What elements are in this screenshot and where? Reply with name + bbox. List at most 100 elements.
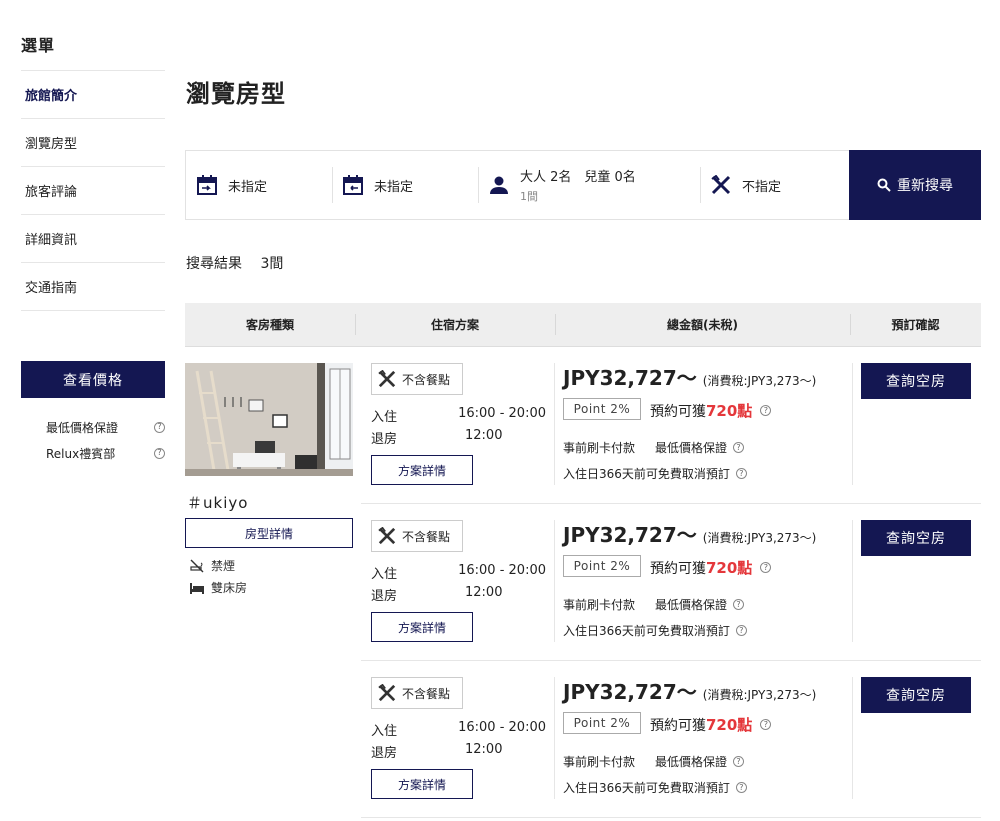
check-availability-button[interactable]: 查詢空房 <box>861 520 971 556</box>
table-header: 客房種類 住宿方案 總金額(未稅) 預訂確認 <box>185 303 981 347</box>
price-value: JPY32,727〜 <box>563 366 697 390</box>
help-icon[interactable]: ? <box>735 625 747 636</box>
checkin-field[interactable]: 未指定 <box>186 151 332 219</box>
research-button-label: 重新搜尋 <box>897 178 953 194</box>
help-icon[interactable]: ? <box>154 421 165 433</box>
best-price-guarantee-link[interactable]: 最低價格保證 ? <box>46 414 165 440</box>
help-icon[interactable]: ? <box>760 719 772 730</box>
payment-terms: 事前刷卡付款 最低價格保證? <box>563 753 745 770</box>
guests-value: 大人 2名 兒童 0名 <box>520 170 636 185</box>
payment-terms: 事前刷卡付款 最低價格保證? <box>563 596 745 613</box>
check-availability-button[interactable]: 查詢空房 <box>861 363 971 399</box>
checkout-time: 12:00 <box>465 742 503 757</box>
meal-field[interactable]: 不指定 <box>700 151 850 219</box>
cutlery-icon <box>378 527 396 545</box>
checkout-label: 退房 <box>371 746 398 761</box>
header-total: 總金額(未稅) <box>555 303 850 346</box>
cancel-label: 入住日366天前可免費取消預訂 <box>563 781 730 795</box>
results-count: 3間 <box>260 256 284 272</box>
checkin-label: 入住 <box>371 724 398 739</box>
help-icon[interactable]: ? <box>733 599 745 610</box>
results-label: 搜尋結果 <box>186 256 242 272</box>
cancel-label: 入住日366天前可免費取消預訂 <box>563 624 730 638</box>
guarantee-label: 最低價格保證 <box>655 441 728 455</box>
feature-label: 禁煙 <box>211 559 236 573</box>
points-info: 預約可獲 720點? <box>650 557 772 578</box>
guests-field[interactable]: 大人 2名 兒童 0名 1間 <box>478 151 700 219</box>
help-icon[interactable]: ? <box>735 468 747 479</box>
research-button[interactable]: 重新搜尋 <box>849 150 981 220</box>
help-icon[interactable]: ? <box>760 405 772 416</box>
divider <box>554 520 555 642</box>
header-room-type: 客房種類 <box>245 318 294 332</box>
search-icon <box>877 178 891 192</box>
sidebar-item-hotel-intro[interactable]: 旅館簡介 <box>21 71 165 119</box>
points-value: 720點 <box>706 716 753 734</box>
side-link-label: 最低價格保證 <box>46 420 119 435</box>
help-icon[interactable]: ? <box>733 756 745 767</box>
plan-row: 不含餐點 入住 16:00 - 20:00 退房 12:00 方案詳情 JPY32,… <box>361 504 981 661</box>
plan-detail-button[interactable]: 方案詳情 <box>371 455 473 485</box>
plan-detail-button[interactable]: 方案詳情 <box>371 769 473 799</box>
meal-value: 不指定 <box>742 179 782 195</box>
checkout-row: 退房 12:00 <box>371 428 546 447</box>
search-bar: 未指定 未指定 大人 2名 兒童 0名 1間 不指定 重新搜尋 <box>185 150 981 220</box>
divider <box>554 363 555 485</box>
point-rate-badge: Point 2% <box>563 398 641 420</box>
room-detail-button[interactable]: 房型詳情 <box>185 518 353 548</box>
menu-title: 選單 <box>21 36 56 55</box>
help-icon[interactable]: ? <box>735 782 747 793</box>
cutlery-icon <box>378 684 396 702</box>
price: JPY32,727〜 (消費稅:JPY3,273〜) <box>563 519 816 548</box>
points-prefix: 預約可獲 <box>650 403 706 420</box>
cancel-terms: 入住日366天前可免費取消預訂? <box>563 622 747 639</box>
payment-label: 事前刷卡付款 <box>563 755 636 769</box>
meal-badge: 不含餐點 <box>371 520 463 552</box>
meal-badge: 不含餐點 <box>371 363 463 395</box>
relux-concierge-link[interactable]: Relux禮賓部 ? <box>46 440 165 466</box>
meal-label: 不含餐點 <box>402 372 451 387</box>
points-value: 720點 <box>706 559 753 577</box>
tax-value: (消費稅:JPY3,273〜) <box>702 531 817 545</box>
checkout-label: 退房 <box>371 432 398 447</box>
checkin-row: 入住 16:00 - 20:00 <box>371 720 546 739</box>
divider <box>852 363 853 485</box>
payment-terms: 事前刷卡付款 最低價格保證? <box>563 439 745 456</box>
tax-value: (消費稅:JPY3,273〜) <box>702 374 817 388</box>
checkout-field[interactable]: 未指定 <box>332 151 478 219</box>
divider <box>852 677 853 799</box>
help-icon[interactable]: ? <box>760 562 772 573</box>
sidebar-item-access[interactable]: 交通指南 <box>21 263 165 311</box>
cancel-terms: 入住日366天前可免費取消預訂? <box>563 779 747 796</box>
guarantee-label: 最低價格保證 <box>655 598 728 612</box>
header-booking: 預訂確認 <box>850 303 981 346</box>
price: JPY32,727〜 (消費稅:JPY3,273〜) <box>563 676 816 705</box>
feature-label: 雙床房 <box>211 581 248 595</box>
points-prefix: 預約可獲 <box>650 560 706 577</box>
tax-value: (消費稅:JPY3,273〜) <box>702 688 817 702</box>
help-icon[interactable]: ? <box>154 447 165 459</box>
sidebar-item-room-types[interactable]: 瀏覽房型 <box>21 119 165 167</box>
meal-label: 不含餐點 <box>402 686 451 701</box>
cutlery-icon <box>710 174 732 196</box>
plan-detail-button[interactable]: 方案詳情 <box>371 612 473 642</box>
rooms-value: 1間 <box>520 190 538 203</box>
points-prefix: 預約可獲 <box>650 717 706 734</box>
no-smoking-icon <box>190 559 204 572</box>
bed-icon <box>190 582 204 594</box>
header-plan: 住宿方案 <box>355 303 555 346</box>
guarantee-label: 最低價格保證 <box>655 755 728 769</box>
plan-row: 不含餐點 入住 16:00 - 20:00 退房 12:00 方案詳情 JPY32,… <box>361 347 981 504</box>
point-rate-badge: Point 2% <box>563 712 641 734</box>
help-icon[interactable]: ? <box>733 442 745 453</box>
check-availability-button[interactable]: 查詢空房 <box>861 677 971 713</box>
feature-twin-bed: 雙床房 <box>190 579 247 596</box>
side-link-label: Relux禮賓部 <box>46 446 116 461</box>
view-price-button[interactable]: 查看價格 <box>21 361 165 398</box>
points-value: 720點 <box>706 402 753 420</box>
price-value: JPY32,727〜 <box>563 680 697 704</box>
sidebar-item-reviews[interactable]: 旅客評論 <box>21 167 165 215</box>
sidebar-item-details[interactable]: 詳細資訊 <box>21 215 165 263</box>
cancel-terms: 入住日366天前可免費取消預訂? <box>563 465 747 482</box>
room-photo[interactable] <box>185 363 353 476</box>
